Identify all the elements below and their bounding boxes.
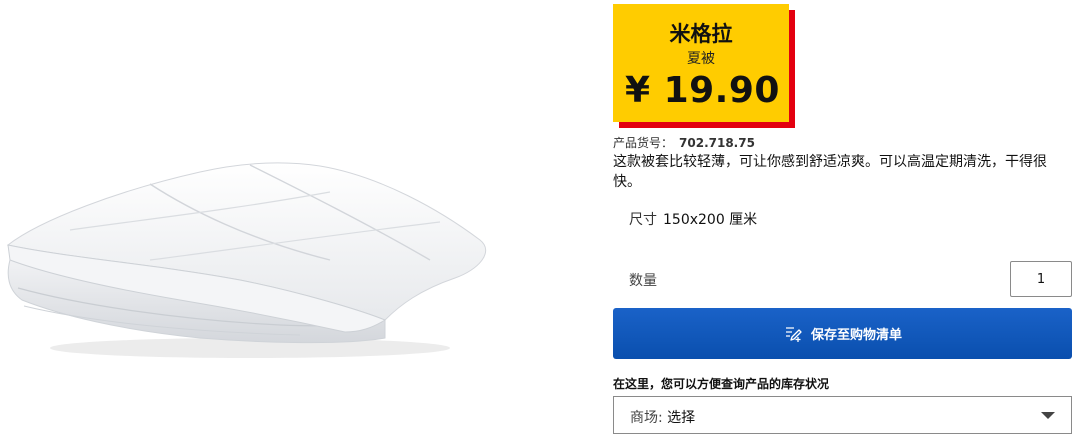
store-select-dropdown[interactable]: 商场: 选择 [613,396,1072,434]
product-price: ¥ 19.90 [625,70,780,111]
store-select-prefix: 商场: [630,410,663,426]
quantity-input[interactable] [1010,261,1072,297]
save-button-label: 保存至购物清单 [810,327,902,342]
store-select-text: 商场: 选择 [630,407,695,427]
size-row: 尺寸 150x200 厘米 [629,209,757,229]
chevron-down-icon [1041,412,1055,419]
product-name: 米格拉 [669,22,733,46]
size-value: 150x200 厘米 [663,212,758,228]
quantity-label: 数量 [629,273,657,289]
product-description: 这款被套比较轻薄，可让你感到舒适凉爽。可以高温定期清洗，干得很快。 [613,154,1047,190]
price-tag: 米格拉 夏被 ¥ 19.90 [613,4,789,122]
stock-check-label: 在这里，您可以方便查询产品的库存状况 [613,377,830,391]
product-image [0,110,500,380]
edit-list-icon [783,324,803,344]
article-number-row: 产品货号： 702.718.75 [613,134,755,151]
product-subtitle: 夏被 [687,51,715,67]
store-select-value: 选择 [667,410,696,426]
duvet-illustration [6,162,487,358]
size-label: 尺寸 [629,212,657,228]
article-number-label: 产品货号： [613,136,674,150]
article-number: 702.718.75 [679,136,755,150]
save-to-shopping-list-button[interactable]: 保存至购物清单 [613,308,1072,359]
